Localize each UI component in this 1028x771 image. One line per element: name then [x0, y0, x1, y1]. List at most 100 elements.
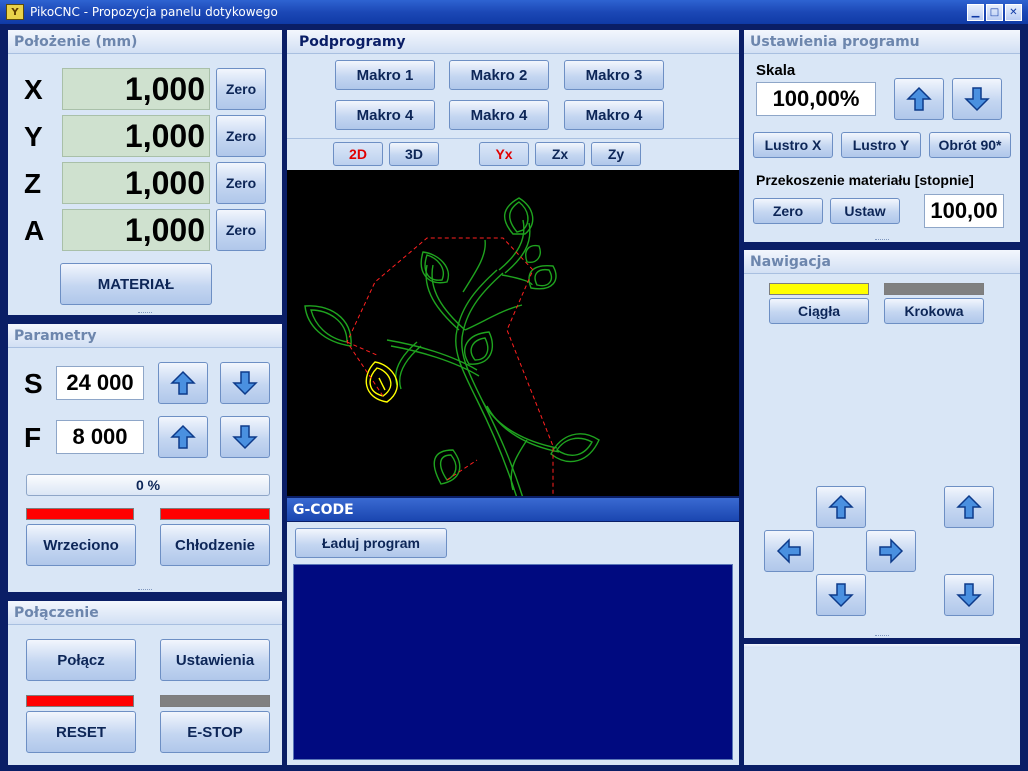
- feed-up-button[interactable]: [158, 416, 208, 458]
- skew-set-button[interactable]: Ustaw: [830, 198, 900, 224]
- window-title: PikoCNC - Propozycja panelu dotykowego: [30, 5, 278, 19]
- resize-grip[interactable]: [138, 589, 152, 593]
- rotate-90-button[interactable]: Obrót 90*: [929, 132, 1011, 158]
- program-settings-panel-title: Ustawienia programu: [744, 30, 1020, 54]
- jog-x-minus-button[interactable]: [764, 530, 814, 572]
- title-bar: Y PikoCNC - Propozycja panelu dotykowego…: [0, 0, 1028, 24]
- skew-label: Przekoszenie materiału [stopnie]: [756, 172, 974, 188]
- jog-x-plus-button[interactable]: [866, 530, 916, 572]
- axis-z-label: Z: [24, 168, 42, 199]
- parameters-panel: Parametry S 24 000 F 8 000 0 % Wrzeciono…: [6, 322, 284, 594]
- resize-grip[interactable]: [875, 635, 889, 639]
- view-2d-tab[interactable]: 2D: [333, 142, 383, 166]
- arrow-up-icon: [828, 494, 854, 519]
- connect-button[interactable]: Połącz: [26, 639, 136, 681]
- spindle-speed-field[interactable]: 24 000: [56, 366, 144, 400]
- spindle-down-button[interactable]: [220, 362, 270, 404]
- arrow-down-icon: [964, 87, 990, 112]
- reset-indicator: [26, 695, 134, 707]
- connection-panel: Połączenie Połącz Ustawienia RESET E-STO…: [6, 599, 284, 767]
- estop-indicator: [160, 695, 270, 707]
- arrow-down-icon: [232, 425, 258, 450]
- arrow-up-icon: [956, 494, 982, 519]
- axis-y-label: Y: [24, 121, 43, 152]
- empty-panel: [742, 642, 1022, 767]
- spindle-up-button[interactable]: [158, 362, 208, 404]
- main-window: Położenie (mm) X 1,000 Zero Y 1,000 Zero…: [0, 24, 1028, 771]
- macro-2-button[interactable]: Makro 2: [449, 60, 549, 90]
- jog-y-plus-button[interactable]: [816, 486, 866, 528]
- step-mode-button[interactable]: Krokowa: [884, 298, 984, 324]
- continuous-indicator: [769, 283, 869, 295]
- program-settings-panel: Ustawienia programu Skala 100,00% Lustro…: [742, 28, 1022, 244]
- skew-zero-button[interactable]: Zero: [753, 198, 823, 224]
- axis-x-label: X: [24, 74, 43, 105]
- feed-rate-label: F: [24, 422, 42, 453]
- parameters-panel-title: Parametry: [8, 324, 282, 348]
- feed-down-button[interactable]: [220, 416, 270, 458]
- material-button[interactable]: MATERIAŁ: [60, 263, 212, 305]
- continuous-mode-button[interactable]: Ciągła: [769, 298, 869, 324]
- skew-field[interactable]: 100,00: [924, 194, 1004, 228]
- plane-zx-tab[interactable]: Zx: [535, 142, 585, 166]
- mirror-y-button[interactable]: Lustro Y: [841, 132, 921, 158]
- maximize-icon[interactable]: □: [986, 3, 1003, 21]
- zero-a-button[interactable]: Zero: [216, 209, 266, 251]
- resize-grip[interactable]: [138, 312, 152, 316]
- arrow-down-icon: [828, 583, 854, 608]
- spindle-indicator: [26, 508, 134, 520]
- estop-button[interactable]: E-STOP: [160, 711, 270, 753]
- reset-button[interactable]: RESET: [26, 711, 136, 753]
- cooling-button[interactable]: Chłodzenie: [160, 524, 270, 566]
- scale-down-button[interactable]: [952, 78, 1002, 120]
- feed-rate-field[interactable]: 8 000: [56, 420, 144, 454]
- toolpath-preview[interactable]: [287, 170, 739, 499]
- spindle-speed-label: S: [24, 368, 43, 399]
- scale-field[interactable]: 100,00%: [756, 82, 876, 116]
- jog-y-minus-button[interactable]: [816, 574, 866, 616]
- scale-label: Skala: [756, 62, 796, 79]
- settings-button[interactable]: Ustawienia: [160, 639, 270, 681]
- jog-z-minus-button[interactable]: [944, 574, 994, 616]
- job-progress-bar: 0 %: [26, 474, 270, 496]
- position-panel-title: Położenie (mm): [8, 30, 282, 54]
- macro-3-button[interactable]: Makro 3: [564, 60, 664, 90]
- axis-y-value: 1,000: [62, 115, 210, 157]
- jog-z-plus-button[interactable]: [944, 486, 994, 528]
- connection-panel-title: Połączenie: [8, 601, 282, 625]
- plane-zy-tab[interactable]: Zy: [591, 142, 641, 166]
- arrow-down-icon: [956, 583, 982, 608]
- arrow-down-icon: [232, 371, 258, 396]
- navigation-panel-title: Nawigacja: [744, 250, 1020, 274]
- resize-grip[interactable]: [875, 239, 889, 243]
- arrow-right-icon: [879, 538, 904, 564]
- gcode-listing[interactable]: [293, 564, 733, 760]
- zero-z-button[interactable]: Zero: [216, 162, 266, 204]
- navigation-panel: Nawigacja Ciągła Krokowa: [742, 248, 1022, 640]
- step-indicator: [884, 283, 984, 295]
- macro-4-button[interactable]: Makro 4: [335, 100, 435, 130]
- close-icon[interactable]: ✕: [1005, 3, 1022, 21]
- toolpath-drawing: [304, 197, 600, 499]
- mirror-x-button[interactable]: Lustro X: [753, 132, 833, 158]
- arrow-up-icon: [906, 86, 932, 111]
- gcode-panel: G-CODE Ładuj program: [285, 496, 741, 767]
- spindle-button[interactable]: Wrzeciono: [26, 524, 136, 566]
- subprograms-panel-title: Podprogramy: [287, 30, 739, 54]
- macro-6-button[interactable]: Makro 4: [564, 100, 664, 130]
- load-program-button[interactable]: Ładuj program: [295, 528, 447, 558]
- plane-yx-tab[interactable]: Yx: [479, 142, 529, 166]
- arrow-up-icon: [170, 370, 196, 395]
- arrow-left-icon: [776, 538, 801, 564]
- macro-1-button[interactable]: Makro 1: [335, 60, 435, 90]
- macro-5-button[interactable]: Makro 4: [449, 100, 549, 130]
- zero-x-button[interactable]: Zero: [216, 68, 266, 110]
- minimize-icon[interactable]: ▁: [967, 3, 984, 21]
- axis-x-value: 1,000: [62, 68, 210, 110]
- axis-a-label: A: [24, 215, 45, 246]
- view-3d-tab[interactable]: 3D: [389, 142, 439, 166]
- gcode-panel-title: G-CODE: [287, 498, 739, 522]
- zero-y-button[interactable]: Zero: [216, 115, 266, 157]
- position-panel: Położenie (mm) X 1,000 Zero Y 1,000 Zero…: [6, 28, 284, 317]
- scale-up-button[interactable]: [894, 78, 944, 120]
